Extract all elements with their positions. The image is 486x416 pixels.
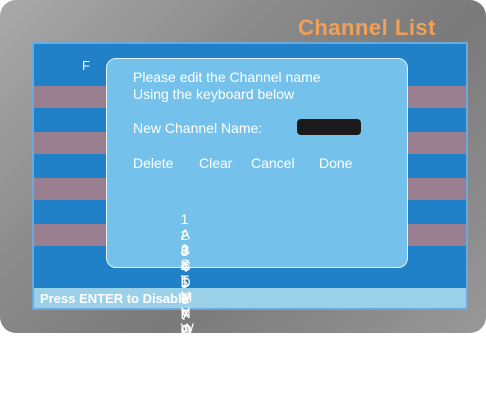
done-button[interactable]: Done	[319, 155, 352, 171]
list-row-stripe[interactable]	[402, 132, 466, 154]
channel-name-label: New Channel Name:	[133, 120, 263, 136]
keyboard-key[interactable]: U	[181, 288, 192, 304]
delete-button[interactable]: Delete	[133, 155, 173, 171]
list-row-stripe[interactable]	[34, 178, 106, 200]
keyboard-key[interactable]: S	[181, 256, 191, 272]
dialog-message-line1: Please edit the Channel name	[133, 69, 321, 85]
channel-name-input[interactable]	[297, 119, 361, 135]
list-row-stripe[interactable]	[34, 132, 106, 154]
keyboard-key[interactable]: Space	[181, 384, 223, 400]
keyboard-key[interactable]: V	[181, 304, 191, 320]
dialog-message-line2: Using the keyboard below	[133, 86, 295, 102]
keyboard-key[interactable]: W	[181, 320, 195, 336]
list-row-stripe[interactable]	[402, 86, 466, 108]
window-title: Channel List	[297, 15, 436, 40]
keyboard-key[interactable]: T	[181, 272, 190, 288]
list-header-fragment: F	[82, 58, 90, 73]
list-row-stripe[interactable]	[402, 178, 466, 200]
keyboard-row: S T U V W X Y Z Space	[163, 240, 228, 416]
keyboard-key[interactable]: Y	[181, 352, 191, 368]
list-row-stripe[interactable]	[34, 224, 106, 246]
list-row-stripe[interactable]	[34, 86, 106, 108]
keyboard-key[interactable]: X	[181, 336, 191, 352]
status-bar: Press ENTER to Disable	[34, 288, 466, 308]
clear-button[interactable]: Clear	[199, 155, 232, 171]
keyboard-key[interactable]: Z	[181, 368, 190, 384]
edit-channel-name-dialog: Please edit the Channel name Using the k…	[106, 58, 408, 400]
cancel-button[interactable]: Cancel	[251, 155, 295, 171]
list-row-stripe[interactable]	[402, 224, 466, 246]
